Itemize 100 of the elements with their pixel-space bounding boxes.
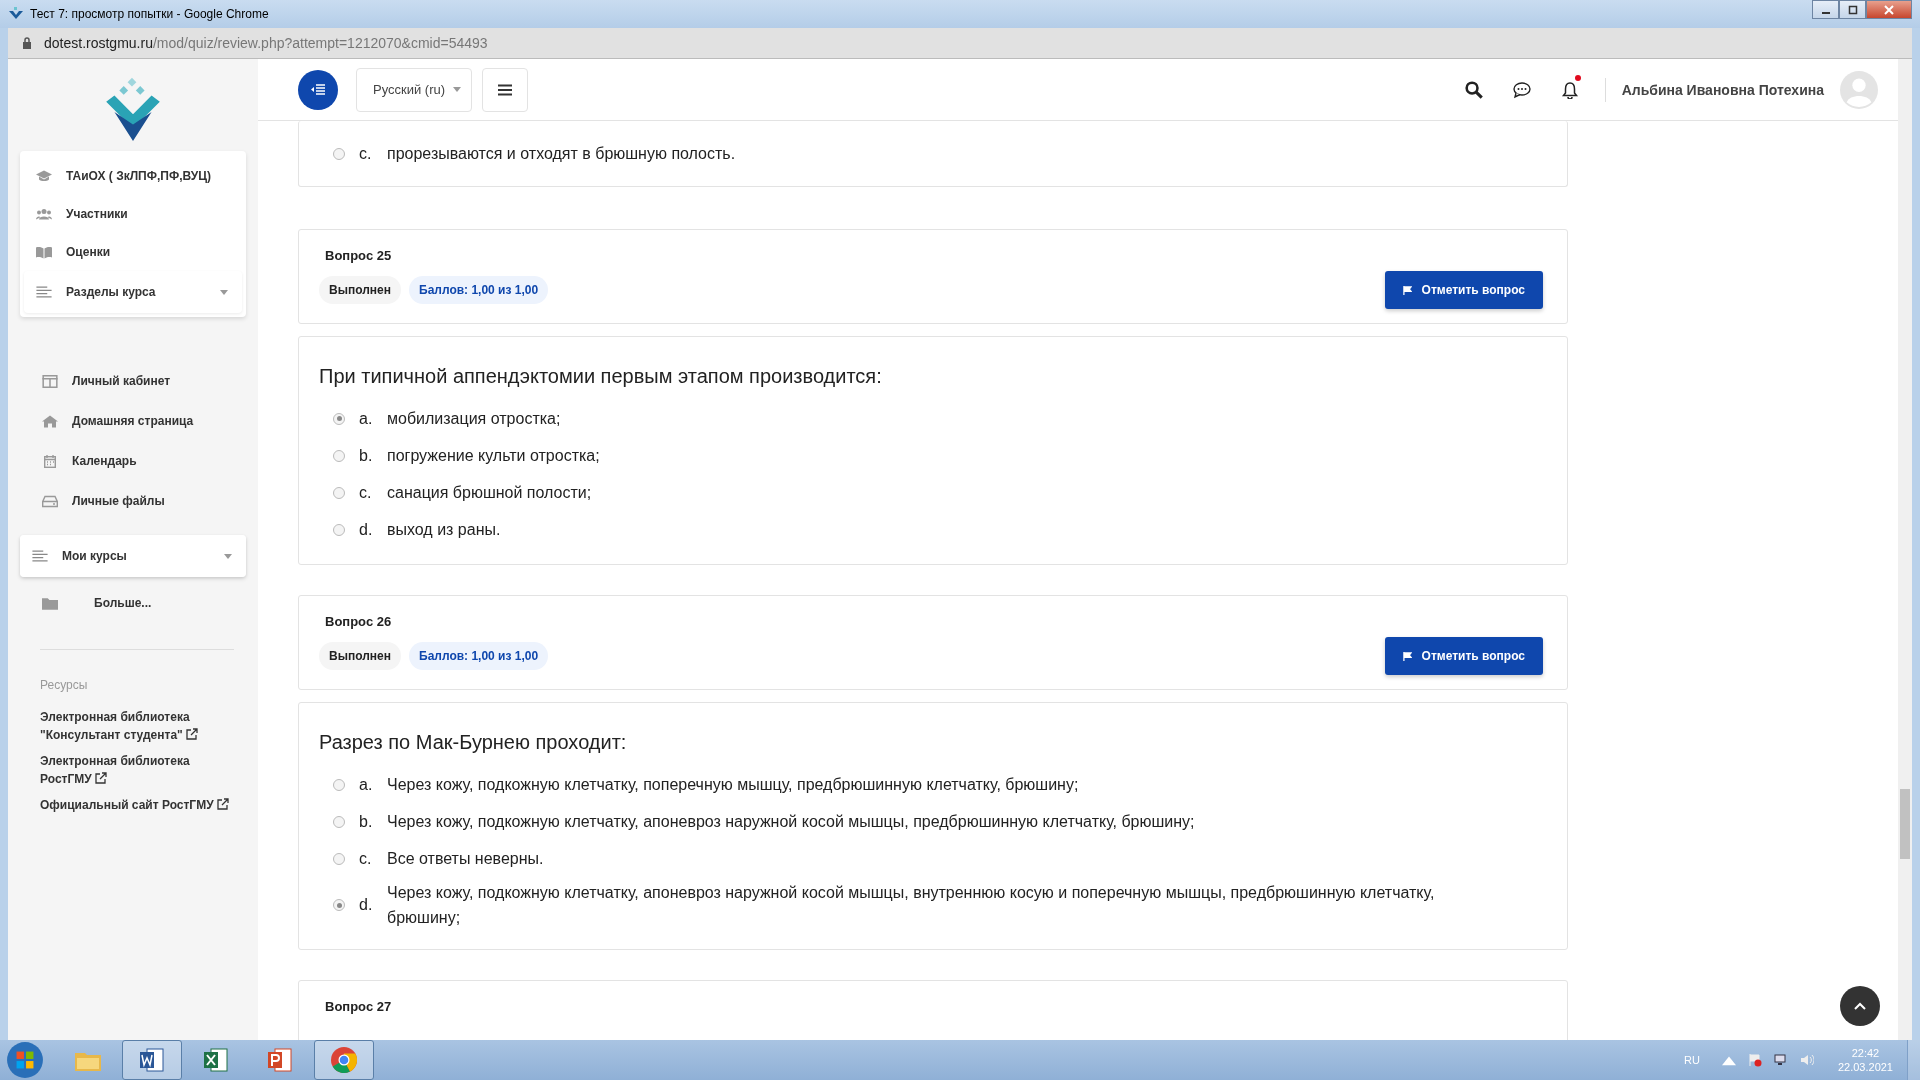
- collapse-menu-icon: [311, 83, 325, 96]
- option-text: мобилизация отростка;: [387, 409, 561, 429]
- option-text: санация брюшной полости;: [387, 483, 592, 503]
- resource-link[interactable]: Официальный сайт РостГМУ: [24, 796, 242, 814]
- grade-badge: Баллов: 1,00 из 1,00: [409, 276, 549, 304]
- speaker-icon[interactable]: [1799, 1053, 1814, 1067]
- option-text: Через кожу, подкожную клетчатку, апоневроз наружной косой мышцы, внутреннюю косую и поперечную мышцы, предбрюшинную клетчатку, брюшину;: [387, 883, 1436, 928]
- browser-icon: [329, 1045, 359, 1075]
- caret-icon: [224, 553, 232, 559]
- close-button[interactable]: [1866, 0, 1912, 19]
- option-letter: c.: [359, 483, 373, 502]
- option-letter: a.: [359, 775, 374, 794]
- calendar-icon: [42, 454, 58, 468]
- radio-button[interactable]: [333, 852, 345, 865]
- document-icon: [137, 1045, 167, 1075]
- option-letter: d.: [359, 520, 374, 539]
- radio-button[interactable]: [333, 523, 345, 536]
- flag-question-button[interactable]: Отметить вопрос: [1384, 271, 1543, 309]
- lock-icon: [22, 37, 32, 49]
- bell-icon[interactable]: [1560, 80, 1579, 99]
- sidebar-item[interactable]: Больше...: [24, 583, 242, 623]
- sidebar-item[interactable]: Оценки: [24, 233, 242, 271]
- sidebar-item[interactable]: ТАиОХ ( ЗкЛПФ,ПФ,ВУЦ): [24, 157, 242, 195]
- flag-icon: [1402, 285, 1412, 295]
- status-badge: Выполнен: [319, 276, 401, 304]
- sidebar-item[interactable]: Участники: [24, 195, 242, 233]
- sidebar-item[interactable]: Домашняя страница: [24, 401, 242, 441]
- drive-icon: [42, 494, 58, 508]
- my-courses-dropdown[interactable]: Мои курсы: [20, 535, 246, 577]
- status-badge: Выполнен: [319, 642, 401, 670]
- flag-question-button[interactable]: Отметить вопрос: [1384, 637, 1543, 675]
- minimize-button[interactable]: [1812, 0, 1839, 19]
- caret-icon: [220, 289, 228, 295]
- taskbar-app[interactable]: [122, 1040, 182, 1080]
- sidebar-item[interactable]: Личные файлы: [24, 481, 242, 521]
- chevron-up-icon: [1854, 1002, 1866, 1010]
- external-link-icon: [216, 798, 229, 810]
- dashboard-icon: [42, 374, 58, 388]
- url-text: dotest.rostgmu.ru/mod/quiz/review.php?attempt=1212070&cmid=54493: [44, 35, 488, 51]
- external-link-icon: [186, 728, 199, 740]
- option-letter: d.: [359, 896, 374, 914]
- search-icon[interactable]: [1464, 80, 1483, 99]
- flag-icon[interactable]: [1747, 1053, 1762, 1067]
- user-name[interactable]: Альбина Ивановна Потехина: [1621, 81, 1824, 98]
- list-icon: [32, 549, 48, 563]
- scrollbar[interactable]: [1898, 59, 1912, 1040]
- option-text: прорезываются и отходят в брюшную полость.: [387, 144, 736, 164]
- sidebar-item[interactable]: Календарь: [24, 441, 242, 481]
- radio-button[interactable]: [333, 412, 345, 425]
- back-to-top-button[interactable]: [1840, 986, 1880, 1026]
- caret-icon: [453, 87, 462, 92]
- section-heading: Ресурсы: [39, 678, 89, 692]
- option-letter: b.: [359, 446, 374, 465]
- radio-button[interactable]: [333, 147, 345, 160]
- flag-icon: [1402, 651, 1412, 661]
- resource-link[interactable]: Электронная библиотека "Консультант студента": [24, 708, 242, 744]
- course-sections-dropdown[interactable]: Разделы курса: [24, 271, 242, 313]
- radio-button[interactable]: [333, 815, 345, 828]
- option-letter: c.: [359, 144, 373, 163]
- question-text: При типичной аппендэктомии первым этапом производится:: [319, 365, 883, 388]
- home-icon: [42, 414, 58, 428]
- folder-icon: [42, 596, 58, 610]
- resource-link[interactable]: Электронная библиотека РостГМУ: [24, 752, 242, 788]
- question-number: Вопрос 27: [325, 999, 393, 1014]
- graduation-cap-icon: [36, 169, 52, 183]
- date-text: 22.03.2021: [1837, 1060, 1893, 1074]
- external-link-icon: [95, 772, 108, 784]
- option-text: выход из раны.: [387, 520, 501, 540]
- radio-button[interactable]: [333, 449, 345, 462]
- presentation-icon: [265, 1045, 295, 1075]
- option-letter: b.: [359, 812, 374, 831]
- grade-badge: Баллов: 1,00 из 1,00: [409, 642, 549, 670]
- option-text: Через кожу, подкожную клетчатку, апоневроз наружной косой мышцы, предбрюшинную клетчатку, брюшину;: [387, 812, 1195, 832]
- close-icon: [1884, 4, 1894, 15]
- question-text: Разрез по Мак-Бурнею проходит:: [319, 731, 628, 754]
- question-number: Вопрос 26: [325, 614, 393, 629]
- time-text: 22:42: [1851, 1046, 1880, 1060]
- start-button[interactable]: [6, 1041, 44, 1079]
- radio-button[interactable]: [333, 899, 345, 911]
- network-icon[interactable]: [1773, 1053, 1788, 1067]
- option-letter: c.: [359, 849, 373, 868]
- menu-icon: [498, 83, 513, 96]
- option-text: Все ответы неверны.: [387, 849, 544, 869]
- radio-button[interactable]: [333, 778, 345, 791]
- users-icon: [36, 207, 52, 221]
- drawer-toggle-button[interactable]: [298, 69, 338, 110]
- window-title: Тест 7: просмотр попытки - Google Chrome: [30, 7, 269, 21]
- sidebar-item[interactable]: Личный кабинет: [24, 361, 242, 401]
- address-bar[interactable]: dotest.rostgmu.ru/mod/quiz/review.php?attempt=1212070&cmid=54493: [8, 28, 1912, 59]
- language-dropdown[interactable]: Русский (ru): [356, 67, 473, 112]
- option-text: Через кожу, подкожную клетчатку, поперечную мышцу, предбрюшинную клетчатку, брюшину;: [387, 775, 1079, 795]
- list-icon: [36, 285, 52, 299]
- chat-icon[interactable]: [1512, 80, 1531, 99]
- taskbar-app[interactable]: [314, 1040, 374, 1080]
- radio-button[interactable]: [333, 486, 345, 499]
- question-number: Вопрос 25: [325, 248, 393, 263]
- maximize-button[interactable]: [1839, 0, 1866, 19]
- book-icon: [36, 245, 52, 259]
- option-text: погружение культи отростка;: [387, 446, 600, 466]
- menu-button[interactable]: [482, 67, 529, 112]
